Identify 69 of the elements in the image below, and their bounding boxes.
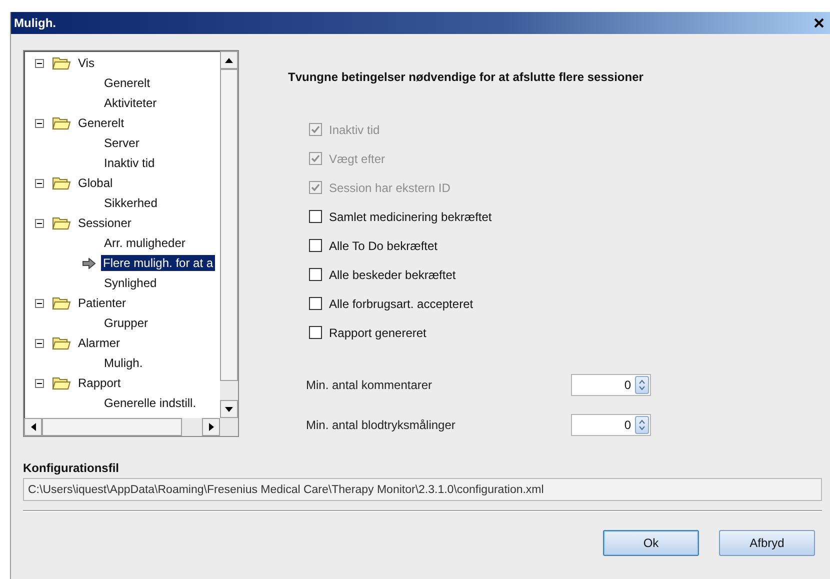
scrollbar-corner	[220, 418, 238, 436]
checkbox-label: Rapport genereret	[329, 326, 426, 340]
collapse-icon[interactable]	[35, 218, 44, 228]
collapse-icon[interactable]	[35, 338, 44, 348]
folder-icon	[52, 296, 71, 310]
up-triangle-icon	[225, 58, 233, 62]
ok-button[interactable]: Ok	[603, 530, 699, 556]
tree-group-label[interactable]: Alarmer	[78, 336, 120, 350]
left-triangle-icon	[30, 423, 36, 431]
path-field: C:\Users\iquest\AppData\Roaming\Fresenius Medical Care\Therapy Monitor\2.3.1.0\configuration.xml	[23, 478, 822, 501]
field-label: Min. antal kommentarer	[306, 378, 434, 392]
folder-icon	[52, 116, 71, 130]
tree-item[interactable]: Aktiviteter	[102, 95, 159, 111]
tree-group-label[interactable]: Rapport	[78, 376, 121, 390]
tree-item[interactable]: Flere muligh. for at a	[101, 255, 216, 271]
tree-item[interactable]: Generelt	[102, 75, 152, 91]
checkbox-label: Vægt efter	[329, 152, 386, 166]
tree-group-label[interactable]: Vis	[78, 56, 94, 70]
tree-group-label[interactable]: Patienter	[78, 296, 126, 310]
tree-item[interactable]: Grupper	[102, 315, 150, 331]
folder-icon	[52, 56, 71, 70]
tree-group-label[interactable]: Sessioner	[78, 216, 132, 230]
spinner-arrows-icon[interactable]	[635, 376, 649, 394]
scroll-left-button[interactable]	[24, 418, 42, 436]
folder-icon	[52, 376, 71, 390]
tree-item[interactable]: Generelle indstill.	[102, 395, 198, 411]
tree-item[interactable]: Muligh.	[102, 355, 145, 371]
checkbox-label: Alle forbrugsart. accepteret	[329, 296, 474, 310]
checkbox[interactable]	[309, 210, 322, 223]
checkbox-label: Inaktiv tid	[329, 122, 380, 136]
folder-icon	[52, 336, 71, 350]
spinner-arrows-icon[interactable]	[635, 416, 649, 434]
checkbox[interactable]	[309, 326, 322, 339]
tree-group-label[interactable]: Generelt	[78, 116, 124, 130]
right-triangle-icon	[208, 423, 214, 431]
collapse-icon[interactable]	[35, 58, 44, 68]
collapse-icon[interactable]	[35, 378, 44, 388]
down-triangle-icon	[225, 406, 233, 412]
tree-item[interactable]: Sikkerhed	[102, 195, 160, 211]
scroll-right-button[interactable]	[202, 418, 220, 436]
collapse-icon[interactable]	[35, 178, 44, 188]
scrollbar-thumb[interactable]	[220, 69, 238, 381]
tree-item[interactable]: Arr. muligheder	[102, 235, 188, 251]
section-heading: Tvungne betingelser nødvendige for at afslutte flere sessioner	[288, 70, 644, 84]
collapse-icon[interactable]	[35, 118, 44, 128]
arrow-icon	[82, 258, 96, 268]
checkbox-label: Alle beskeder bekræftet	[329, 268, 456, 282]
section-heading: Konfigurationsfil	[23, 461, 120, 475]
folder-icon	[52, 176, 71, 190]
scroll-down-button[interactable]	[220, 400, 238, 418]
tree-item[interactable]: Inaktiv tid	[102, 155, 157, 171]
checkbox-label: Alle To Do bekræftet	[329, 238, 438, 252]
scroll-up-button[interactable]	[220, 51, 238, 69]
checkbox-label: Samlet medicinering bekræftet	[329, 210, 492, 224]
tree-group-label[interactable]: Global	[78, 176, 113, 190]
window-title: Muligh.	[14, 16, 56, 30]
tree-item[interactable]: Server	[102, 135, 142, 151]
number-field[interactable]: 0	[571, 414, 651, 436]
number-field[interactable]: 0	[571, 374, 651, 396]
checkbox[interactable]	[309, 239, 322, 252]
checkbox-label: Session har ekstern ID	[329, 180, 450, 194]
tree-item[interactable]: Synlighed	[102, 275, 159, 291]
checkbox[interactable]	[309, 268, 322, 281]
folder-icon	[52, 216, 71, 230]
field-label: Min. antal blodtryksmålinger	[306, 418, 456, 432]
cancel-button[interactable]: Afbryd	[719, 530, 815, 556]
scrollbar-thumb[interactable]	[42, 418, 182, 436]
checkbox[interactable]	[309, 297, 322, 310]
collapse-icon[interactable]	[35, 298, 44, 308]
